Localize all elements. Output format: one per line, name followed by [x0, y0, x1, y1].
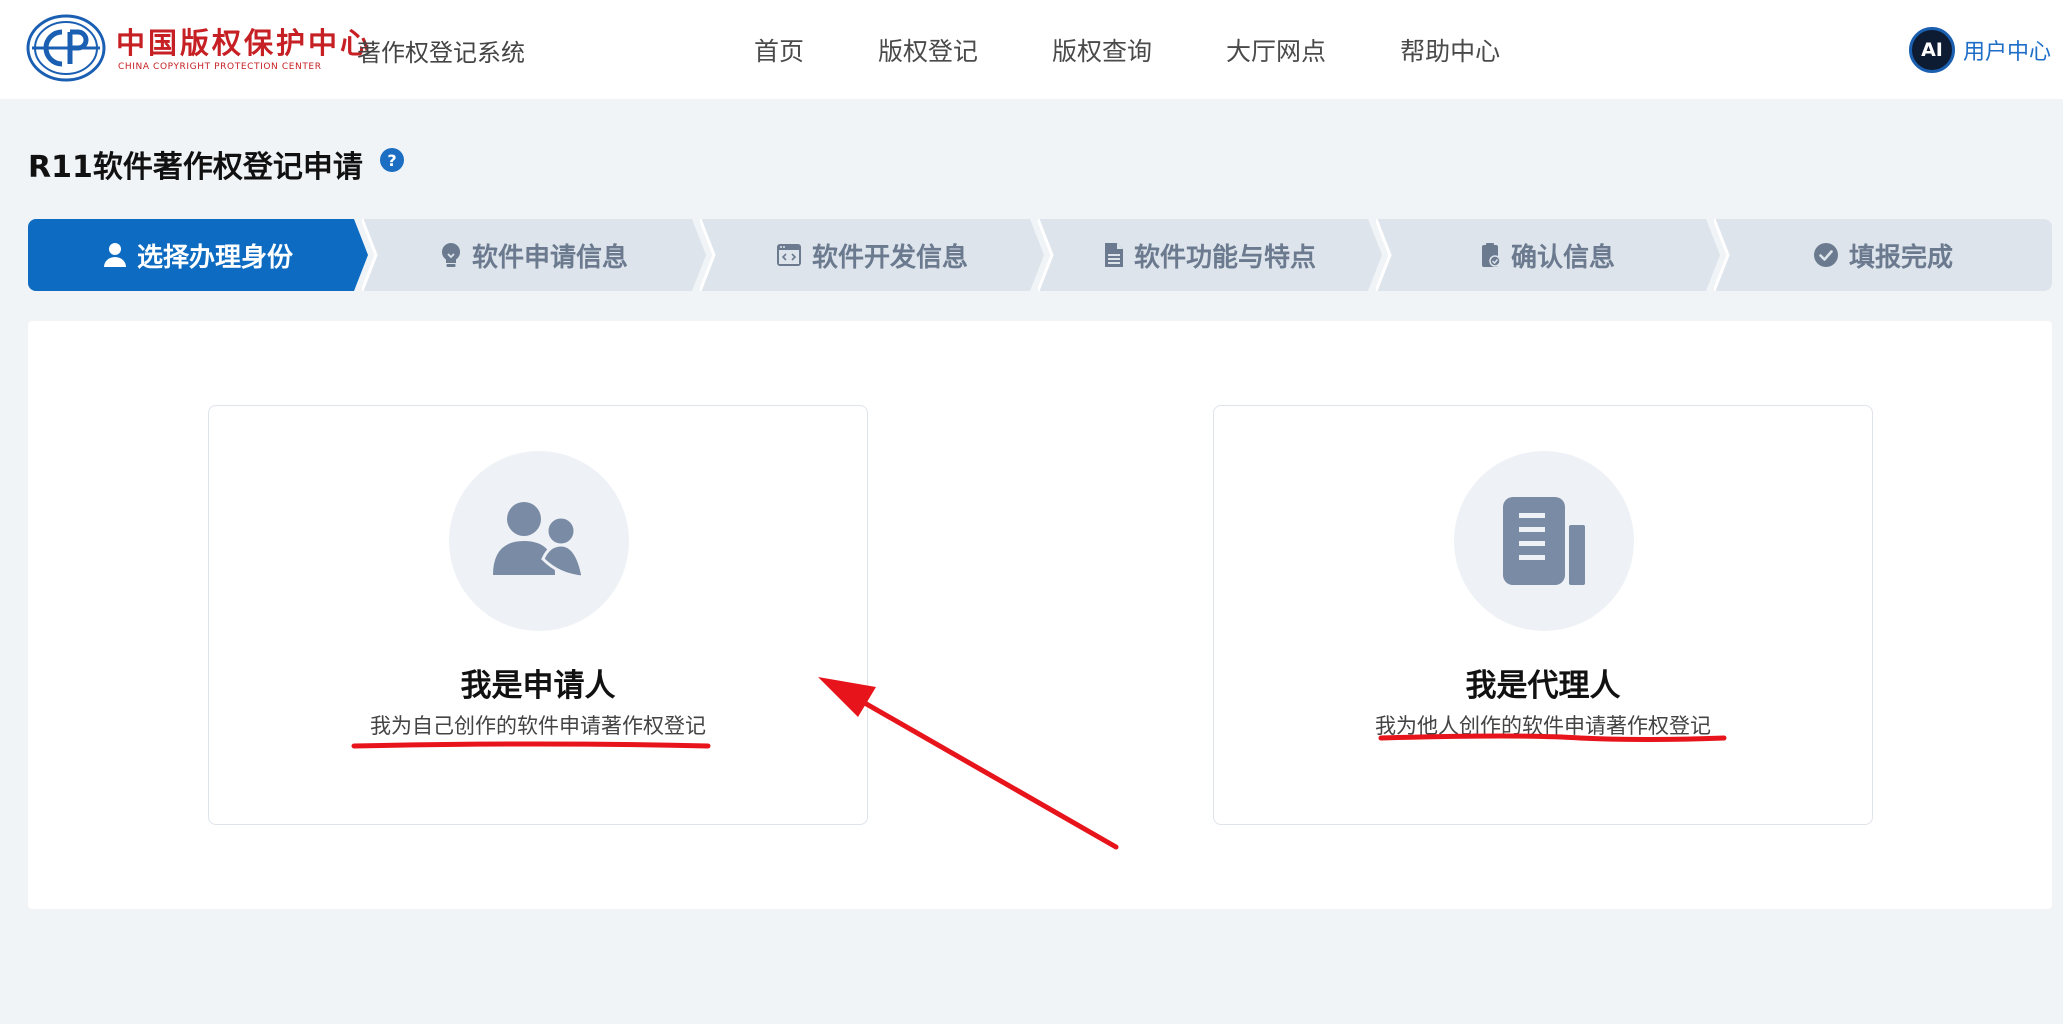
step-complete[interactable]: 填报完成	[1714, 219, 2052, 291]
lightbulb-icon	[441, 242, 461, 267]
step-label: 软件申请信息	[471, 242, 628, 273]
nav-help-center[interactable]: 帮助中心	[1400, 32, 1500, 68]
step-label: 填报完成	[1848, 242, 1953, 273]
nav-home[interactable]: 首页	[754, 32, 804, 68]
step-software-application-info[interactable]: 软件申请信息	[362, 219, 706, 291]
clipboard-check-icon	[1481, 243, 1501, 267]
users-icon	[493, 502, 585, 579]
top-header: 中国版权保护中心 CHINA COPYRIGHT PROTECTION CENT…	[0, 0, 2063, 99]
applicant-description: 我为自己创作的软件申请著作权登记	[370, 714, 706, 738]
agent-description: 我为他人创作的软件申请著作权登记	[1375, 714, 1711, 738]
agent-icon-circle	[1454, 451, 1634, 631]
help-icon[interactable]: ?	[380, 148, 404, 172]
avatar[interactable]: AI	[1908, 27, 1955, 73]
identity-selection-panel: 我是申请人 我为自己创作的软件申请著作权登记 我是代理人 我为他人创作的软件申请…	[28, 321, 2052, 909]
step-software-development-info[interactable]: 软件开发信息	[700, 219, 1044, 291]
step-label: 确认信息	[1510, 242, 1615, 273]
nav-copyright-query[interactable]: 版权查询	[1052, 32, 1152, 68]
system-name: 著作权登记系统	[357, 39, 525, 67]
main-nav: 首页 版权登记 版权查询 大厅网点 帮助中心	[754, 32, 1500, 68]
agent-card[interactable]: 我是代理人 我为他人创作的软件申请著作权登记	[1213, 405, 1873, 825]
applicant-title: 我是申请人	[460, 668, 616, 704]
user-center-link[interactable]: 用户中心	[1963, 34, 2051, 66]
page-title: R11软件著作权登记申请	[28, 150, 363, 185]
nav-service-halls[interactable]: 大厅网点	[1226, 32, 1326, 68]
document-icon	[1104, 243, 1123, 267]
nav-copyright-registration[interactable]: 版权登记	[878, 32, 978, 68]
user-icon	[103, 243, 126, 267]
step-software-features[interactable]: 软件功能与特点	[1038, 219, 1382, 291]
applicant-icon-circle	[449, 451, 629, 631]
step-select-identity[interactable]: 选择办理身份	[28, 219, 368, 291]
check-circle-icon	[1813, 243, 1838, 267]
logo-chinese-name: 中国版权保护中心	[116, 26, 373, 60]
cpcc-logo[interactable]: 中国版权保护中心 CHINA COPYRIGHT PROTECTION CENT…	[26, 14, 369, 84]
cpcc-logo-mark-icon	[26, 14, 106, 82]
logo-english-name: CHINA COPYRIGHT PROTECTION CENTER	[118, 62, 322, 72]
step-label: 选择办理身份	[136, 242, 293, 273]
step-label: 软件开发信息	[811, 242, 968, 273]
applicant-card[interactable]: 我是申请人 我为自己创作的软件申请著作权登记	[208, 405, 868, 825]
step-progress-bar: 选择办理身份 软件申请信息 软件开发信息 软件功能与特点 确认信息 填报完成	[28, 219, 2052, 291]
code-window-icon	[776, 244, 801, 266]
building-document-icon	[1503, 497, 1585, 585]
step-label: 软件功能与特点	[1133, 242, 1316, 273]
agent-title: 我是代理人	[1465, 668, 1621, 704]
step-confirm-info[interactable]: 确认信息	[1376, 219, 1720, 291]
user-center[interactable]: AI 用户中心	[1908, 27, 2051, 73]
